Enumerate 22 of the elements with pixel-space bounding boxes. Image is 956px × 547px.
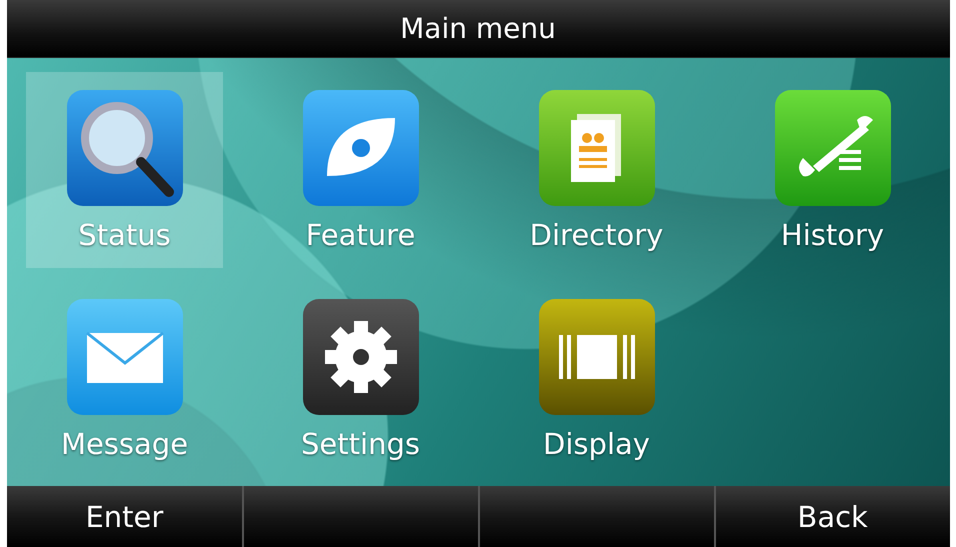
contacts-book-icon — [536, 88, 656, 208]
softkey[interactable]: Back — [787, 496, 878, 538]
menu-label: Message — [60, 427, 188, 461]
eye-icon — [300, 88, 420, 208]
gear-icon — [300, 297, 420, 417]
menu-label: Status — [78, 218, 171, 252]
envelope-icon — [64, 297, 184, 417]
menu-item[interactable]: Feature — [262, 72, 459, 268]
screen-title: Main menu — [400, 12, 556, 45]
screen-bars-icon — [536, 297, 656, 417]
menu-label: Display — [543, 427, 650, 461]
menu-label: Settings — [301, 427, 420, 461]
softkey[interactable]: Enter — [75, 496, 174, 538]
menu-label: History — [780, 218, 884, 252]
menu-item[interactable]: Message — [26, 281, 223, 477]
menu-label: Directory — [530, 218, 664, 252]
menu-item[interactable]: History — [734, 72, 931, 268]
magnifier-icon — [64, 88, 184, 208]
menu-item[interactable]: Display — [498, 281, 695, 477]
menu-label: Feature — [306, 218, 416, 252]
menu-item[interactable]: Directory — [498, 72, 695, 268]
menu-item[interactable]: Settings — [262, 281, 459, 477]
